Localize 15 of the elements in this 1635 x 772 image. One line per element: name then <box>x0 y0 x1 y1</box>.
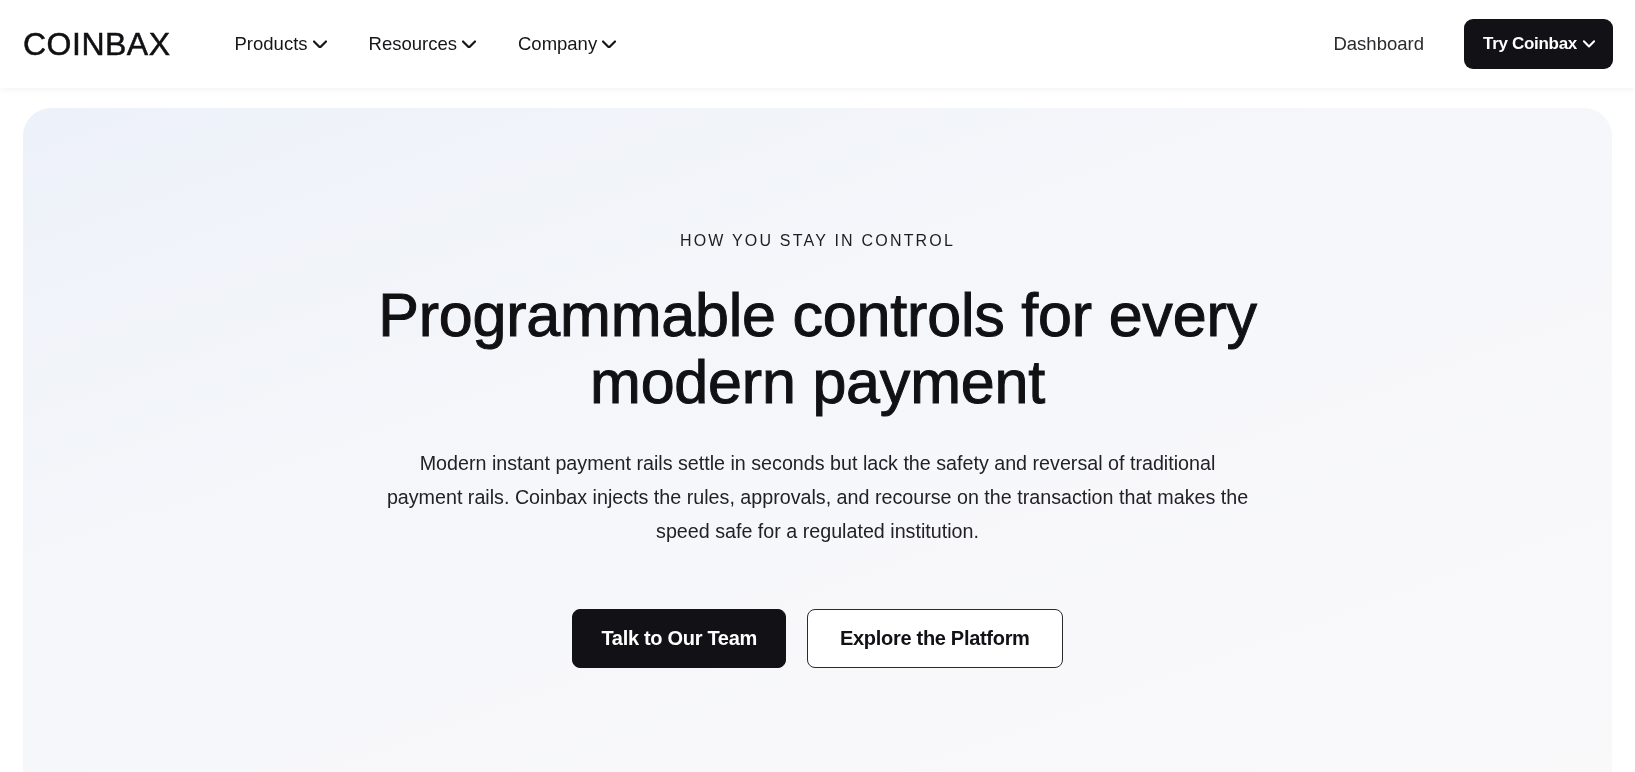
chevron-down-icon <box>462 39 476 49</box>
nav-menu-link[interactable]: Resources <box>368 33 476 55</box>
hero-description: Modern instant payment rails settle in seconds but lack the safety and reversal of traditional payment rails. Coinbax injects the rules, approvals, and recourse on the transaction that makes the speed safe for a regulated institution. <box>385 451 1250 544</box>
chevron-down-icon <box>1583 40 1595 48</box>
nav-menu-link[interactable]: Company <box>518 33 617 55</box>
chevron-down-icon <box>312 39 327 49</box>
hero-heading: Programmable controls for every modern payment <box>377 282 1258 416</box>
nav-menu-link[interactable]: Products <box>234 33 327 55</box>
secondary-button[interactable]: Explore the Platform <box>807 609 1063 668</box>
logo[interactable]: COINBAX <box>23 28 171 60</box>
dashboard-link[interactable]: Dashboard <box>1333 33 1424 55</box>
chevron-down-icon <box>602 39 617 49</box>
eyebrow-label: HOW YOU STAY IN CONTROL <box>679 231 956 251</box>
primary-button[interactable]: Talk to Our Team <box>572 609 786 668</box>
header-menu-button[interactable]: Try Coinbax <box>1464 19 1613 69</box>
